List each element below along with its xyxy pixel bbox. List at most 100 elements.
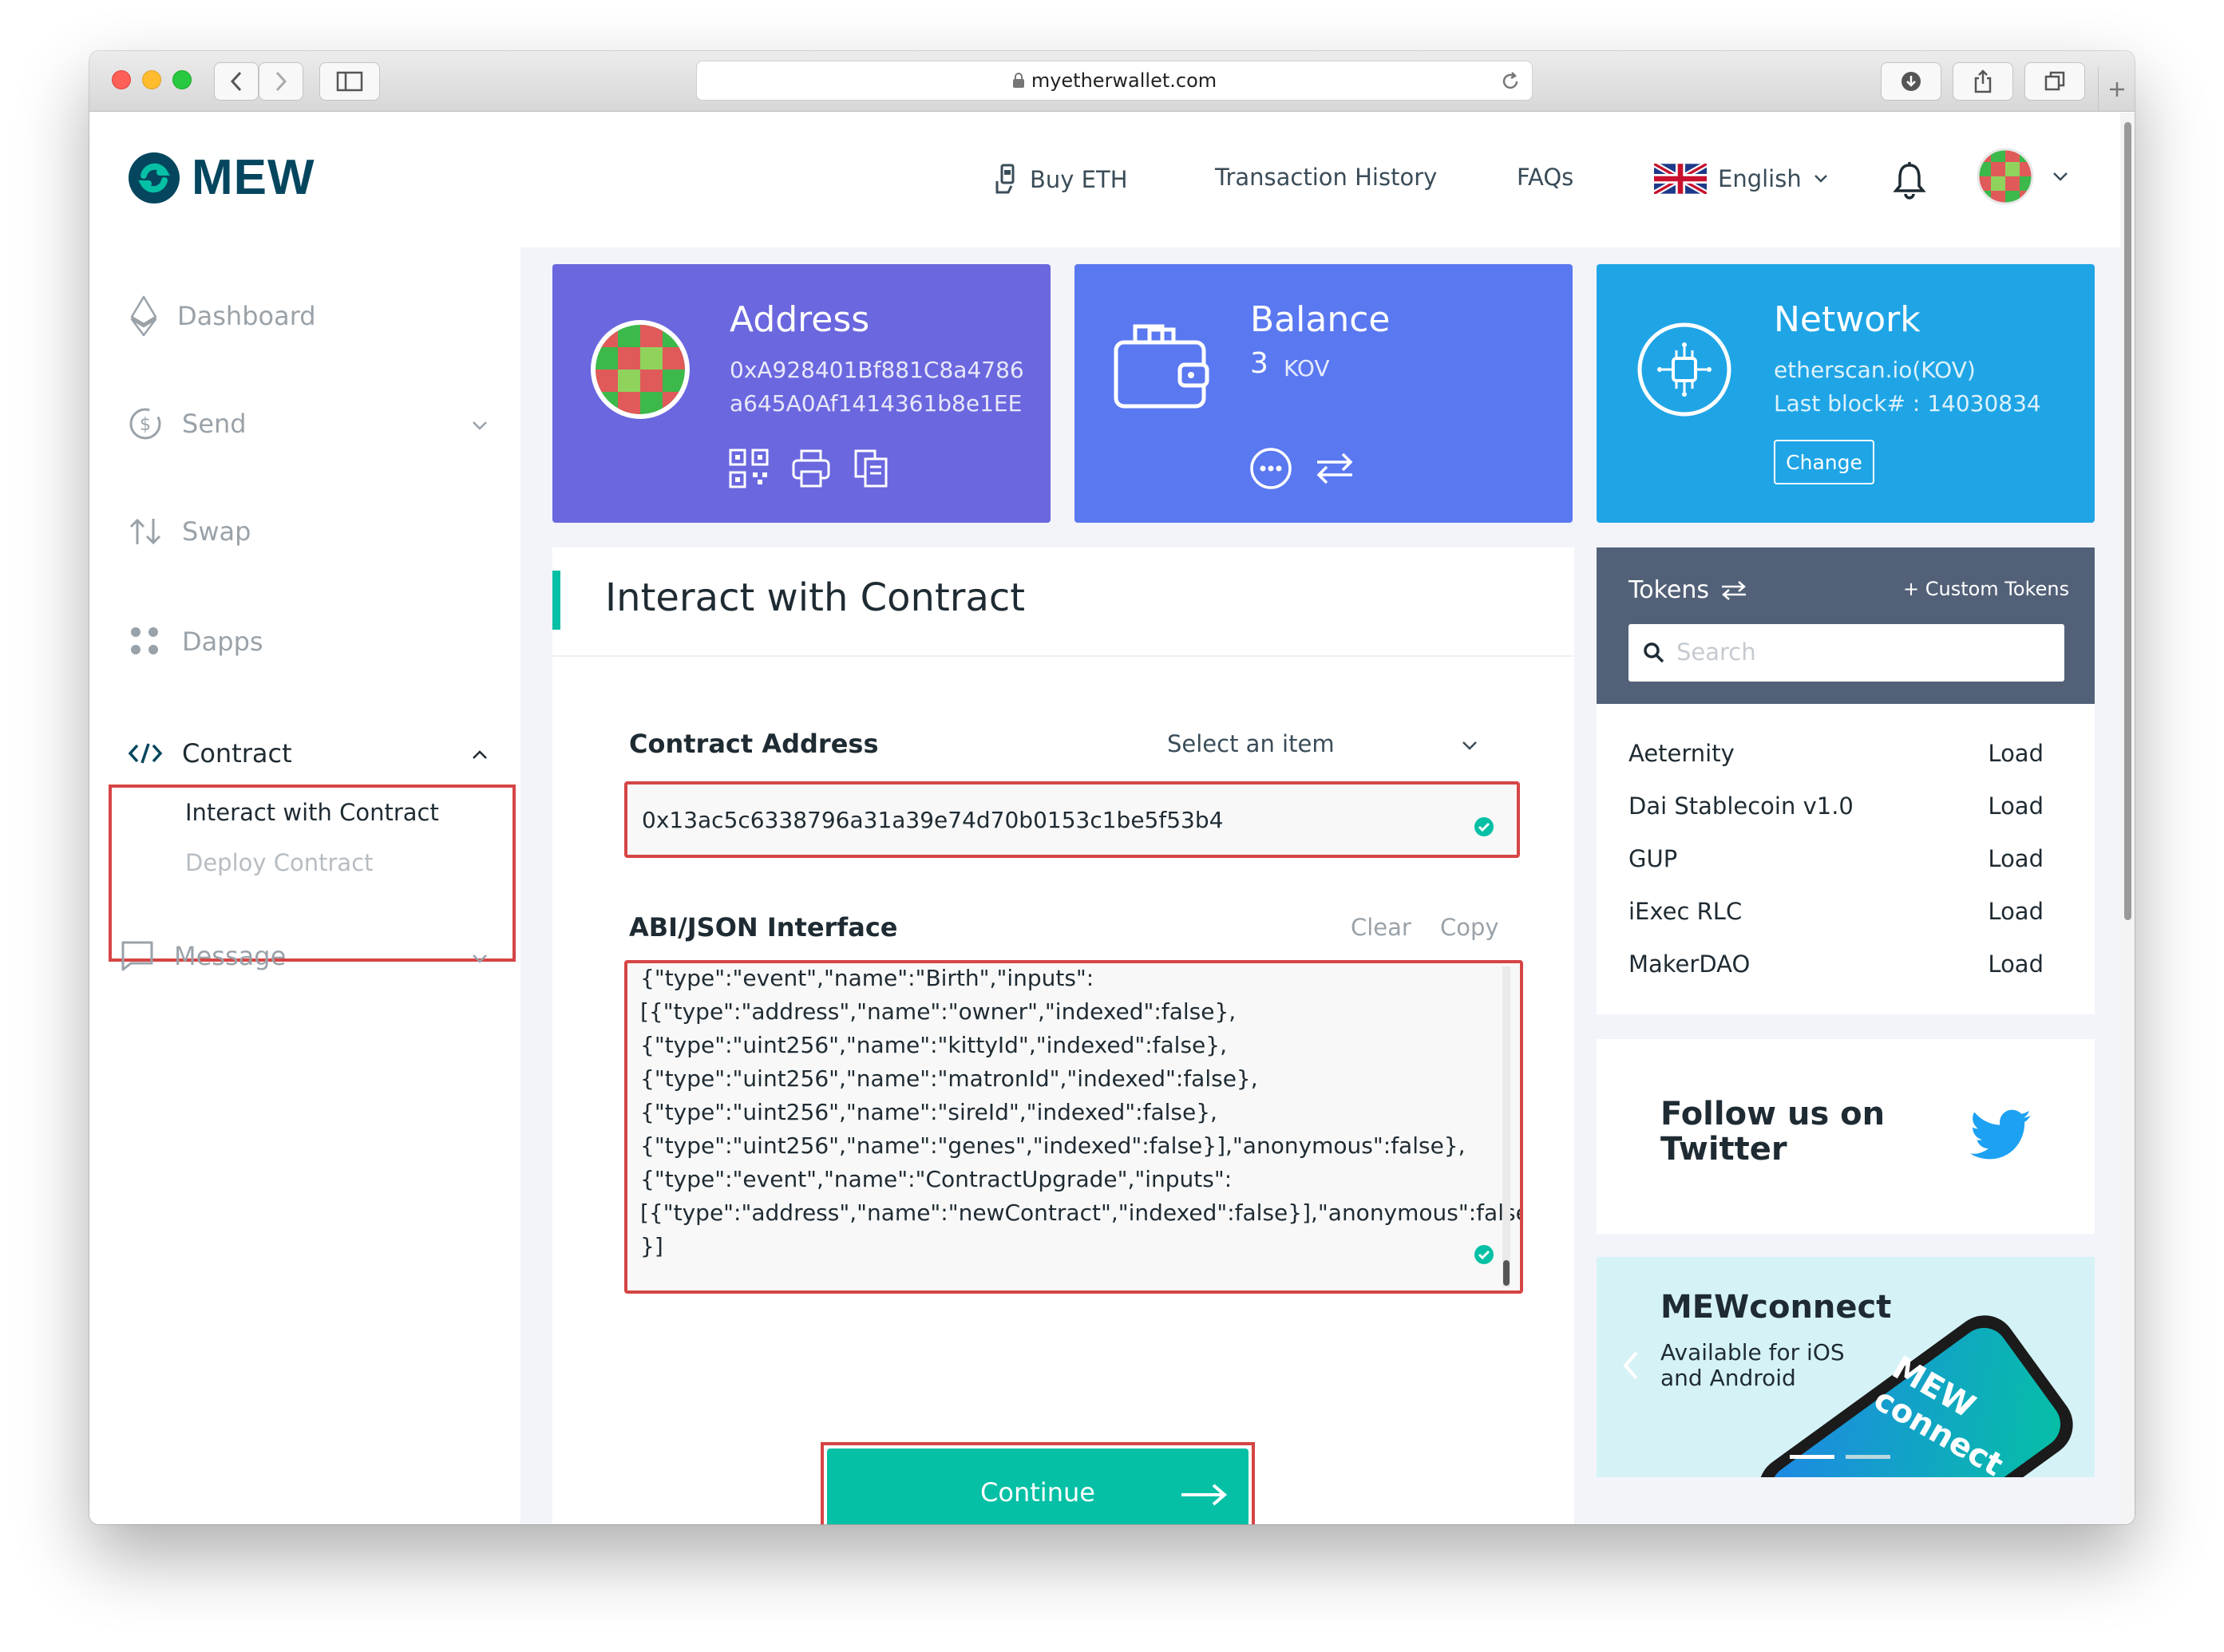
- continue-button[interactable]: Continue: [827, 1448, 1249, 1524]
- address-bar[interactable]: myetherwallet.com: [696, 61, 1533, 101]
- sidebar-icon: [336, 71, 363, 92]
- chevron-right-icon: [275, 71, 287, 92]
- abi-line: [{"type":"address","name":"newContract",…: [640, 1199, 1523, 1226]
- search-icon: [1644, 642, 1664, 663]
- chevron-down-icon[interactable]: [471, 420, 489, 431]
- nav-transaction-history-label: Transaction History: [1215, 164, 1438, 191]
- chevron-left-icon[interactable]: [1621, 1350, 1640, 1381]
- token-load-button[interactable]: Load: [1988, 792, 2044, 820]
- abi-scrollbar[interactable]: [1502, 966, 1510, 1287]
- token-search-input[interactable]: Search: [1628, 624, 2064, 682]
- sidebar-item-dashboard[interactable]: Dashboard: [129, 295, 316, 337]
- sidebar-toggle-button[interactable]: [319, 62, 380, 101]
- nav-faqs[interactable]: FAQs: [1517, 164, 1573, 191]
- swap-icon[interactable]: [1312, 446, 1357, 491]
- twitter-icon: [1970, 1109, 2031, 1160]
- token-row: Dai Stablecoin v1.0 Load: [1628, 792, 2044, 820]
- network-node-icon: [1637, 322, 1731, 417]
- token-load-button[interactable]: Load: [1988, 740, 2044, 767]
- contract-address-input[interactable]: 0x13ac5c6338796a31a39e74d70b0153c1be5f53…: [624, 781, 1520, 858]
- reload-icon[interactable]: [1500, 71, 1521, 92]
- contract-address-value: 0x13ac5c6338796a31a39e74d70b0153c1be5f53…: [642, 807, 1224, 833]
- chevron-up-icon[interactable]: [471, 749, 489, 761]
- more-options-icon[interactable]: [1249, 446, 1293, 491]
- page-scroll-thumb[interactable]: [2124, 122, 2131, 920]
- minimize-window-button[interactable]: [142, 70, 161, 89]
- share-button[interactable]: [1953, 62, 2013, 101]
- abi-line: {"type":"uint256","name":"matronId","ind…: [640, 1065, 1258, 1092]
- tokens-title-label: Tokens: [1628, 576, 1709, 604]
- chevron-down-icon: [1814, 175, 1827, 183]
- token-load-button[interactable]: Load: [1988, 845, 2044, 872]
- swap-icon[interactable]: [1720, 579, 1747, 602]
- language-selector[interactable]: English: [1654, 164, 1829, 194]
- token-row: Aeternity Load: [1628, 740, 2044, 767]
- balance-card-title: Balance: [1250, 299, 1391, 340]
- copy-icon[interactable]: [853, 448, 891, 489]
- custom-tokens-link[interactable]: + Custom Tokens: [1903, 578, 2069, 600]
- balance-unit: KOV: [1284, 355, 1330, 381]
- token-load-button[interactable]: Load: [1988, 950, 2044, 978]
- bell-icon[interactable]: [1892, 160, 1927, 200]
- zoom-window-button[interactable]: [172, 70, 192, 89]
- abi-copy-button[interactable]: Copy: [1440, 914, 1499, 941]
- twitter-line-1: Follow us on: [1660, 1096, 1886, 1132]
- contract-address-label: Contract Address: [629, 729, 879, 759]
- forward-button[interactable]: [259, 62, 303, 101]
- contract-address-dropdown[interactable]: Select an item: [1167, 730, 1335, 757]
- sidebar-item-send[interactable]: $ Send: [128, 406, 247, 441]
- address-identicon: [591, 320, 690, 419]
- sidebar-subitem-deploy[interactable]: Deploy Contract: [185, 849, 374, 876]
- close-window-button[interactable]: [112, 70, 131, 89]
- back-button[interactable]: [214, 62, 259, 101]
- abi-json-textarea[interactable]: {"type":"event","name":"Birth","inputs":…: [624, 960, 1523, 1294]
- token-load-button[interactable]: Load: [1988, 898, 2044, 925]
- twitter-card-text: Follow us on Twitter: [1660, 1097, 1885, 1167]
- uk-flag-icon: [1654, 164, 1707, 194]
- abi-line: {"type":"uint256","name":"sireId","index…: [640, 1099, 1217, 1125]
- tokens-header: Tokens + Custom Tokens Search: [1597, 547, 2095, 704]
- abi-clear-button[interactable]: Clear: [1351, 914, 1411, 941]
- mew-logo[interactable]: MEW: [128, 149, 315, 206]
- chevron-down-icon[interactable]: [471, 953, 489, 964]
- mewconnect-banner[interactable]: MEWconnect Available for iOS and Android…: [1597, 1257, 2095, 1477]
- change-network-button[interactable]: Change: [1774, 440, 1874, 484]
- carousel-dot[interactable]: [1846, 1455, 1890, 1459]
- mewconnect-line-2: and Android: [1660, 1365, 1796, 1391]
- tabs-overview-button[interactable]: [2024, 62, 2085, 101]
- sidebar-item-label: Contract: [182, 738, 292, 769]
- abi-line: {"type":"event","name":"ContractUpgrade"…: [640, 1166, 1233, 1192]
- mewconnect-line-1: Available for iOS: [1660, 1339, 1845, 1365]
- balance-card: Balance 3 KOV: [1074, 264, 1573, 523]
- sidebar-item-label: Swap: [182, 516, 251, 547]
- sidebar-item-message[interactable]: Message: [120, 939, 286, 973]
- sidebar-item-contract[interactable]: Contract: [128, 738, 292, 769]
- abi-label: ABI/JSON Interface: [629, 912, 898, 943]
- chevron-down-icon[interactable]: [1461, 740, 1478, 751]
- qr-code-icon[interactable]: [728, 448, 770, 489]
- ethereum-icon: [130, 295, 157, 337]
- abi-scroll-thumb[interactable]: [1503, 1260, 1510, 1286]
- send-dollar-icon: $: [129, 408, 161, 440]
- sidebar-item-swap[interactable]: Swap: [128, 516, 251, 547]
- account-menu[interactable]: [1977, 148, 2069, 205]
- mewconnect-title: MEWconnect: [1660, 1289, 1892, 1326]
- share-icon: [1974, 69, 1992, 93]
- token-name: iExec RLC: [1628, 898, 1743, 925]
- new-tab-button[interactable]: [2098, 67, 2135, 112]
- abi-line: {"type":"event","name":"Birth","inputs":: [640, 965, 1094, 991]
- avatar: [1977, 148, 2034, 205]
- network-card-title: Network: [1774, 299, 1921, 340]
- carousel-dot-active[interactable]: [1790, 1455, 1834, 1459]
- sidebar-item-dapps[interactable]: Dapps: [128, 624, 263, 659]
- print-icon[interactable]: [790, 448, 832, 489]
- sidebar-subitem-interact[interactable]: Interact with Contract: [185, 799, 439, 826]
- twitter-card[interactable]: Follow us on Twitter: [1597, 1039, 2095, 1234]
- lock-icon: [1012, 73, 1024, 88]
- downloads-button[interactable]: [1881, 62, 1941, 101]
- nav-transaction-history[interactable]: Transaction History: [1215, 164, 1437, 191]
- nav-buy-eth[interactable]: Buy ETH: [995, 164, 1128, 196]
- network-name: etherscan.io(KOV): [1774, 357, 1976, 383]
- abi-text: {"type":"event","name":"Birth","inputs":…: [640, 963, 1523, 1263]
- swap-arrows-icon: [129, 518, 161, 545]
